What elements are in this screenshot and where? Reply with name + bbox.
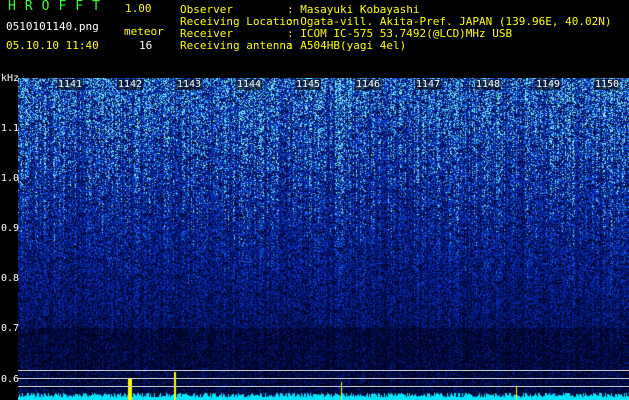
date-time: 05.10.10 11:40 <box>6 39 99 52</box>
time-label: 1147 <box>415 79 442 90</box>
time-label: 1142 <box>117 79 144 90</box>
y-label: 0.9 <box>1 223 20 234</box>
app-title: HROFFT <box>8 0 109 14</box>
time-label: 1149 <box>535 79 562 90</box>
time-label: 1146 <box>355 79 382 90</box>
time-label: 1150 <box>594 79 621 90</box>
time-label: 1148 <box>475 79 502 90</box>
spectrogram <box>18 78 629 400</box>
spectrogram-canvas <box>18 78 629 400</box>
y-axis-unit: kHz <box>1 73 20 84</box>
app-version: 1.00 <box>125 2 152 15</box>
mode-label: meteor <box>124 25 164 38</box>
hrofft-window: HROFFT 1.00 0510101140.png meteor 05.10.… <box>0 0 629 400</box>
time-label: 1145 <box>295 79 322 90</box>
y-label: 1.1 <box>1 123 20 134</box>
file-name: 0510101140.png <box>6 20 99 33</box>
meteor-count: 16 <box>139 39 153 52</box>
time-label: 1143 <box>176 79 203 90</box>
band-line-middle <box>18 378 629 379</box>
y-label: 0.8 <box>1 273 20 284</box>
band-line-lower <box>18 386 629 387</box>
y-label: 0.6 <box>1 374 20 385</box>
band-line-upper <box>18 370 629 371</box>
time-label: 1144 <box>236 79 263 90</box>
y-label: 1.0 <box>1 173 20 184</box>
y-label: 0.7 <box>1 323 20 334</box>
time-label: 1141 <box>57 79 84 90</box>
info-value-antenna: : A504HB(yagi 4el) <box>287 39 407 52</box>
info-key-antenna: Receiving antenna <box>180 39 293 52</box>
